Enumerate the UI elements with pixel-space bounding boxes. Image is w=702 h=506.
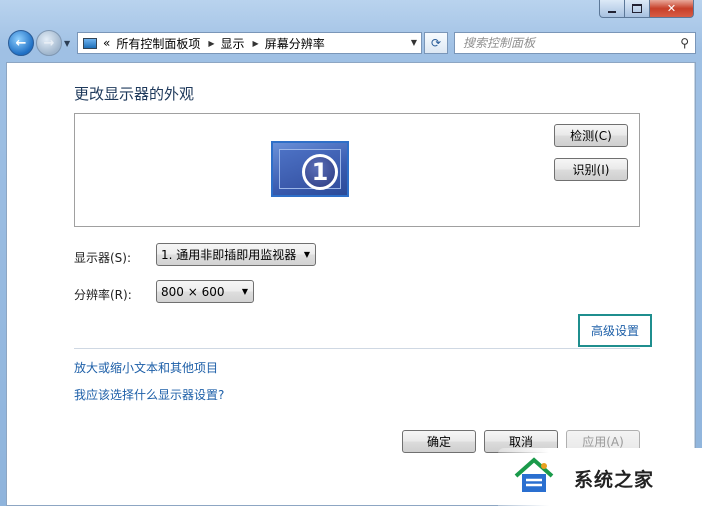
monitor-1-icon[interactable]: 1 [271, 141, 349, 197]
forward-arrow-icon: → [43, 35, 55, 51]
house-logo-icon [514, 457, 554, 492]
breadcrumb-resolution[interactable]: 屏幕分辨率 [265, 35, 325, 52]
recent-pages-dropdown[interactable]: ▼ [64, 39, 70, 48]
monitor-number-badge: 1 [302, 154, 338, 190]
control-panel-icon [83, 37, 97, 49]
breadcrumb-separator-icon[interactable]: ▶ [253, 39, 259, 48]
close-icon: ✕ [666, 2, 677, 15]
refresh-button[interactable]: ⟳ [424, 32, 448, 54]
address-dropdown-icon[interactable]: ▼ [411, 38, 417, 47]
resolution-select[interactable]: 800 × 600 ▼ [156, 280, 254, 303]
display-select[interactable]: 1. 通用非即插即用监视器 ▼ [156, 243, 316, 266]
advanced-settings-highlight: 高级设置 [578, 314, 652, 347]
address-bar[interactable]: « 所有控制面板项 ▶ 显示 ▶ 屏幕分辨率 ▼ [77, 32, 422, 54]
detect-button[interactable]: 检测(C) [554, 124, 628, 147]
search-input[interactable] [461, 35, 665, 51]
breadcrumb-all-items[interactable]: 所有控制面板项 [116, 35, 200, 52]
resolution-label: 分辨率(R): [74, 288, 132, 302]
resolution-select-value: 800 × 600 [161, 284, 225, 299]
maximize-button[interactable] [625, 0, 650, 18]
close-button[interactable]: ✕ [650, 0, 694, 18]
breadcrumb-overflow[interactable]: « [103, 36, 110, 50]
forward-button[interactable]: → [36, 30, 62, 56]
display-select-value: 1. 通用非即插即用监视器 [161, 248, 297, 262]
monitor-preview-panel: 1 检测(C) 识别(I) [74, 113, 640, 227]
watermark-text: 系统之家 [574, 469, 655, 491]
identify-button[interactable]: 识别(I) [554, 158, 628, 181]
page-title: 更改显示器的外观 [74, 85, 195, 103]
back-button[interactable]: ← [8, 30, 34, 56]
window-frame: ✕ ← → ▼ « 所有控制面板项 ▶ 显示 ▶ 屏幕分辨率 ▼ ⟳ ⚲ 更改显… [0, 0, 702, 506]
chevron-down-icon: ▼ [64, 39, 71, 48]
content-edge [694, 63, 695, 505]
divider [74, 348, 640, 349]
chevron-down-icon: ▼ [303, 250, 310, 259]
content-pane: 更改显示器的外观 1 检测(C) 识别(I) 显示器(S): 1. 通用非即插即… [6, 62, 696, 506]
watermark: 系统之家 [498, 448, 702, 506]
display-label: 显示器(S): [74, 251, 132, 265]
maximize-icon [632, 4, 642, 13]
text-size-link[interactable]: 放大或缩小文本和其他项目 [74, 359, 218, 376]
caption-buttons: ✕ [599, 0, 694, 19]
monitor-screen: 1 [279, 149, 341, 190]
search-box: ⚲ [454, 32, 696, 54]
navigation-bar: ← → ▼ « 所有控制面板项 ▶ 显示 ▶ 屏幕分辨率 ▼ ⟳ ⚲ [6, 26, 696, 60]
minimize-icon [608, 10, 616, 13]
back-arrow-icon: ← [15, 35, 27, 51]
which-settings-link[interactable]: 我应该选择什么显示器设置? [74, 386, 224, 403]
advanced-settings-link[interactable]: 高级设置 [591, 322, 639, 339]
chevron-down-icon: ▼ [241, 287, 248, 296]
refresh-icon: ⟳ [430, 36, 442, 50]
breadcrumb-display[interactable]: 显示 [221, 35, 245, 52]
minimize-button[interactable] [599, 0, 625, 18]
search-icon[interactable]: ⚲ [680, 36, 689, 50]
ok-button[interactable]: 确定 [402, 430, 476, 453]
breadcrumb-separator-icon[interactable]: ▶ [208, 39, 214, 48]
